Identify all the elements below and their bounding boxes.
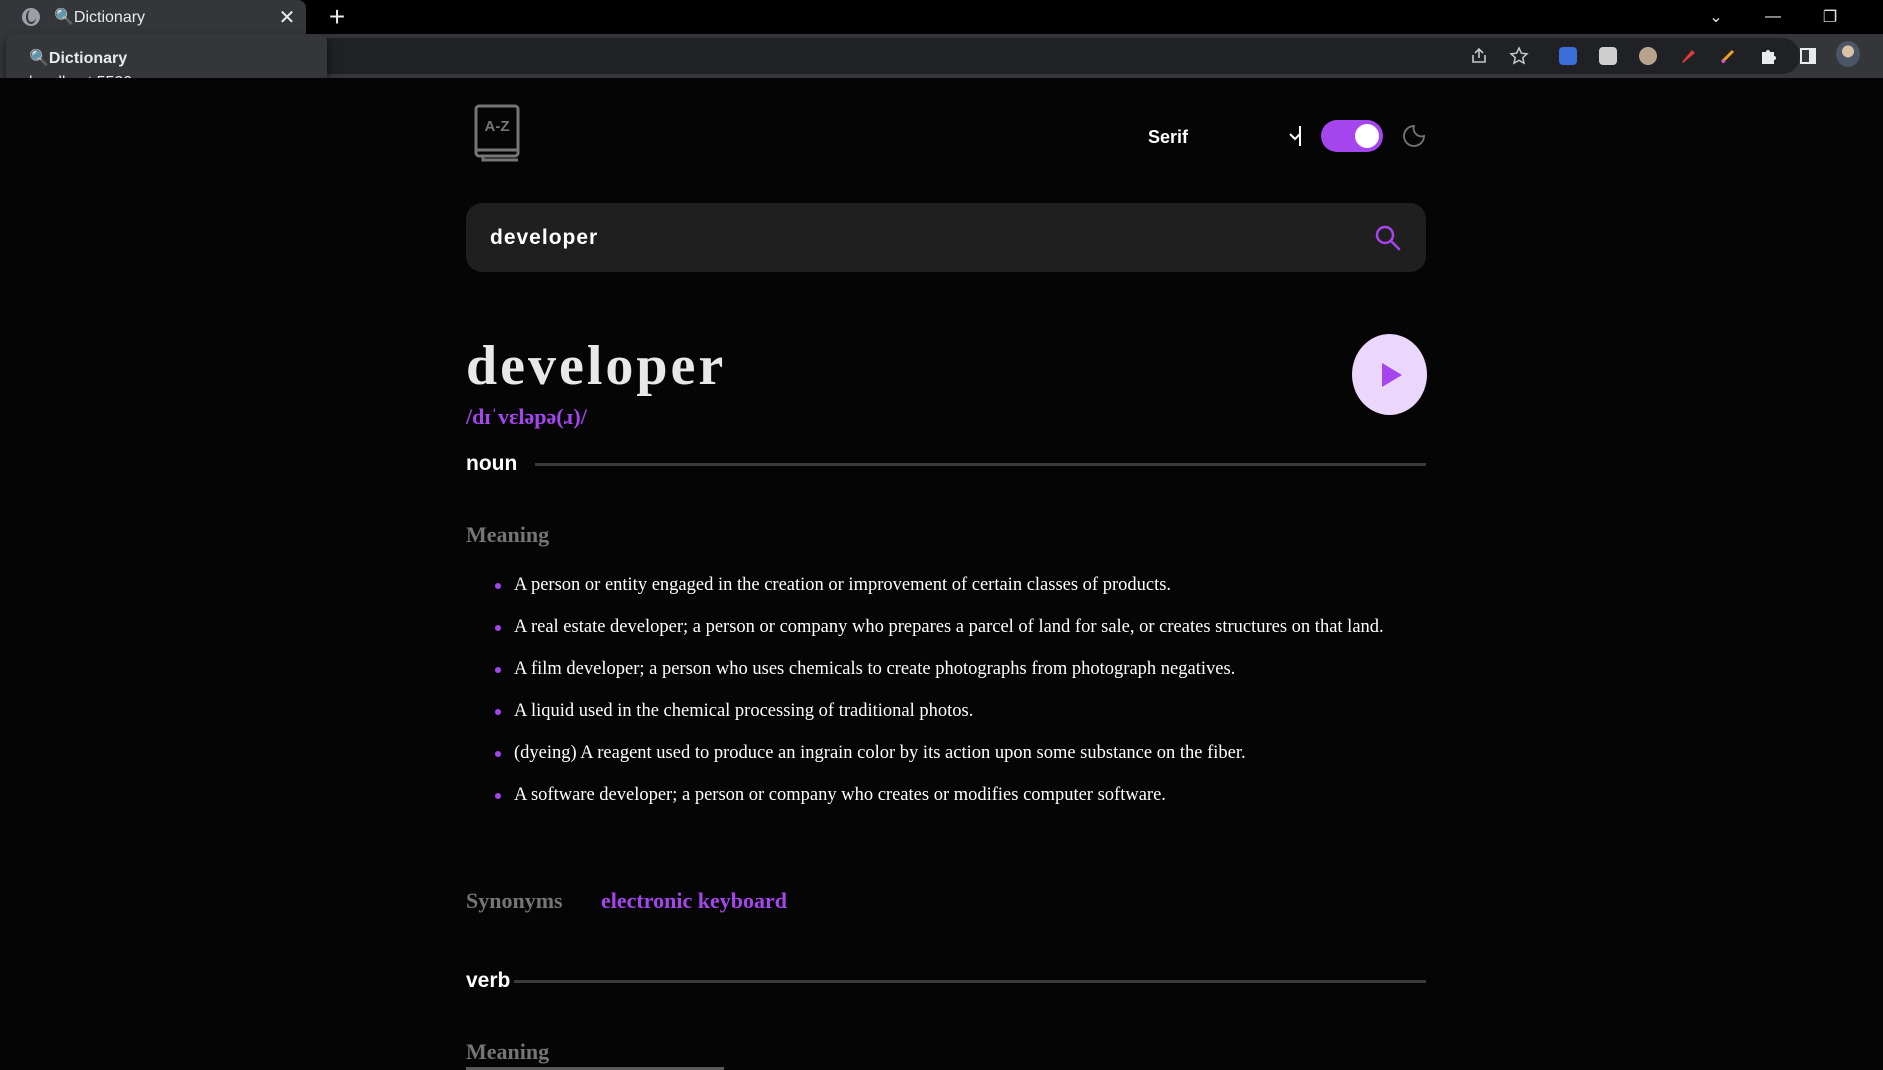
definition-item: A person or entity engaged in the creati… — [466, 574, 1426, 597]
dictionary-app: A-Z Serif developer / — [466, 78, 1427, 1064]
definition-item: A film developer; a person who uses chem… — [466, 658, 1426, 681]
browser-tabstrip: 🔍Dictionary ✕ + ⌄ — ❐ — [0, 0, 1883, 34]
definition-item: A software developer; a person or compan… — [466, 784, 1426, 807]
page-viewport: A-Z Serif developer / — [0, 78, 1883, 1070]
browser-tab[interactable]: 🔍Dictionary ✕ — [0, 0, 306, 34]
side-panel-icon[interactable] — [1796, 44, 1820, 68]
new-tab-button[interactable]: + — [320, 0, 354, 34]
close-tab-icon[interactable]: ✕ — [272, 2, 302, 32]
search-icon[interactable] — [1374, 224, 1402, 252]
hovercard-title: 🔍Dictionary — [29, 50, 128, 67]
bookmark-star-icon[interactable] — [1507, 44, 1531, 68]
part-of-speech: verb — [466, 969, 511, 992]
synonym-link[interactable]: electronic keyboard — [601, 888, 787, 914]
meaning-heading: Meaning — [466, 522, 550, 547]
meaning-heading: Meaning — [466, 1039, 550, 1064]
restore-icon[interactable]: ❐ — [1802, 0, 1858, 34]
part-of-speech: noun — [466, 452, 518, 475]
font-select-value: Serif — [1148, 126, 1189, 147]
tab-search-icon[interactable]: ⌄ — [1688, 0, 1744, 34]
definition-list: A person or entity engaged in the creati… — [466, 574, 1426, 826]
font-family-select[interactable]: Serif — [1148, 122, 1308, 152]
extension-page-icon[interactable] — [1596, 44, 1620, 68]
definition-item: (dyeing) A reagent used to produce an in… — [466, 742, 1426, 765]
search-input[interactable] — [490, 225, 1374, 250]
search-bar — [466, 203, 1426, 272]
pos-noun-row: noun — [466, 452, 1426, 476]
app-header: A-Z Serif — [466, 78, 1426, 272]
play-audio-button[interactable] — [1352, 334, 1427, 415]
pos-verb-row: verb — [466, 969, 1426, 993]
extension-owl-icon[interactable] — [1636, 44, 1660, 68]
svg-text:A-Z: A-Z — [485, 118, 510, 135]
word-heading: developer /dɪˈvɛləpə(ɹ)/ — [466, 334, 1426, 429]
synonyms-row: Synonyms electronic keyboard — [466, 888, 787, 914]
pos-divider — [514, 979, 1426, 983]
minimize-icon[interactable]: — — [1745, 0, 1801, 34]
moon-icon — [1403, 125, 1425, 147]
extension-shield-icon[interactable] — [1556, 44, 1580, 68]
pos-divider — [535, 462, 1426, 466]
header-divider — [1299, 126, 1301, 146]
word-title: developer — [466, 335, 727, 397]
definition-item: A real estate developer; a person or com… — [466, 616, 1426, 639]
dark-mode-toggle[interactable] — [1321, 120, 1383, 152]
toggle-knob — [1355, 124, 1379, 148]
play-icon — [1381, 362, 1402, 387]
phonetic-text: /dɪˈvɛləpə(ɹ)/ — [466, 404, 587, 429]
extensions-puzzle-icon[interactable] — [1756, 44, 1780, 68]
extension-marker-icon[interactable] — [1676, 44, 1700, 68]
synonyms-label: Synonyms — [466, 888, 563, 913]
definition-item: A liquid used in the chemical processing… — [466, 700, 1426, 723]
globe-icon — [22, 8, 40, 26]
share-icon[interactable] — [1467, 44, 1491, 68]
profile-avatar[interactable] — [1836, 41, 1860, 67]
extension-pen-icon[interactable] — [1716, 44, 1740, 68]
book-logo-icon: A-Z — [474, 104, 520, 162]
tab-title: 🔍Dictionary — [54, 9, 146, 26]
